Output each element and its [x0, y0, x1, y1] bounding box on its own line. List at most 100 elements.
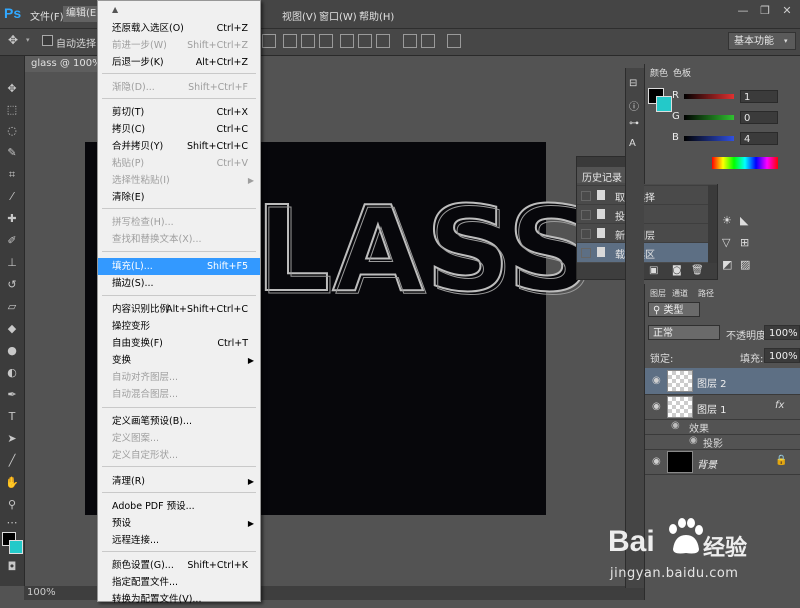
fill-input[interactable]: 100%: [764, 348, 800, 363]
distribute-top-icon[interactable]: [340, 34, 354, 48]
eye-icon[interactable]: ◉: [652, 375, 661, 386]
threshold-icon[interactable]: ▨: [740, 258, 750, 271]
history-brush-tool-icon[interactable]: ↺: [5, 278, 19, 292]
lasso-tool-icon[interactable]: ◌: [5, 124, 19, 138]
edit-menu-item[interactable]: 颜色设置(G)... Shift+Ctrl+K: [98, 557, 260, 574]
menu-window[interactable]: 窗口(W): [319, 8, 357, 23]
eye-icon[interactable]: ◉: [652, 401, 661, 412]
eyedropper-tool-icon[interactable]: ⁄: [5, 190, 19, 204]
edit-menu-item[interactable]: 远程连接...: [98, 532, 260, 549]
character-panel-icon[interactable]: A: [629, 138, 636, 149]
properties-panel-icon[interactable]: ⓘ: [629, 98, 639, 113]
pen-tool-icon[interactable]: ✒: [5, 388, 19, 402]
hand-tool-icon[interactable]: ✋: [5, 476, 19, 490]
tab-channels[interactable]: 通道: [672, 288, 688, 299]
move-tool-icon[interactable]: ✥: [8, 33, 18, 47]
type-tool-icon[interactable]: T: [5, 410, 19, 424]
menu-view[interactable]: 视图(V): [282, 8, 317, 23]
new-document-from-state-icon[interactable]: ▣: [649, 265, 658, 276]
menu-help[interactable]: 帮助(H): [359, 8, 394, 23]
edit-menu-item[interactable]: 清理(R) ▶: [98, 473, 260, 490]
layer-row-background[interactable]: ◉ 背景 🔒: [645, 450, 800, 475]
edit-menu-item[interactable]: 预设 ▶: [98, 515, 260, 532]
channel-slider[interactable]: [684, 115, 734, 120]
color-slider-row[interactable]: G0: [672, 111, 782, 125]
history-scrollbar[interactable]: [708, 185, 717, 263]
edit-menu-item[interactable]: 粘贴(P) Ctrl+V: [98, 155, 260, 172]
edit-menu-item[interactable]: 渐隐(D)... Shift+Ctrl+F: [98, 79, 260, 96]
snapshot-icon[interactable]: ◙: [672, 265, 682, 276]
healing-tool-icon[interactable]: ✚: [5, 212, 19, 226]
chevron-down-icon[interactable]: ▾: [784, 37, 788, 45]
history-brush-source-checkbox[interactable]: [581, 210, 591, 220]
edit-menu-item[interactable]: 操控变形: [98, 318, 260, 335]
trash-icon[interactable]: 🗑: [691, 265, 704, 276]
paint-bucket-tool-icon[interactable]: ◆: [5, 322, 19, 336]
channel-slider[interactable]: [684, 94, 734, 99]
more-tools-icon[interactable]: ⋯: [5, 516, 19, 530]
distribute-vcenter-icon[interactable]: [358, 34, 372, 48]
distribute-hcenter-icon[interactable]: [421, 34, 435, 48]
adjustments-icon[interactable]: ⊶: [629, 118, 639, 129]
edit-menu-item[interactable]: 前进一步(W) Shift+Ctrl+Z: [98, 37, 260, 54]
brightness-icon[interactable]: ☀: [722, 214, 732, 227]
quick-mask-icon[interactable]: ◘: [5, 560, 19, 574]
history-brush-source-checkbox[interactable]: [581, 191, 591, 201]
levels-icon[interactable]: ◣: [740, 214, 748, 227]
eraser-tool-icon[interactable]: ▱: [5, 300, 19, 314]
marquee-tool-icon[interactable]: ⬚: [5, 103, 19, 117]
auto-align-icon[interactable]: [447, 34, 461, 48]
tab-paths[interactable]: 路径: [698, 288, 714, 299]
blend-mode-select[interactable]: 正常: [648, 325, 720, 340]
tab-color[interactable]: 颜色: [650, 66, 668, 79]
edit-menu-item[interactable]: 自动对齐图层...: [98, 369, 260, 386]
edit-menu-item[interactable]: 填充(L)... Shift+F5: [98, 258, 260, 275]
chevron-down-icon[interactable]: ▾: [26, 36, 30, 44]
brush-tool-icon[interactable]: ✐: [5, 234, 19, 248]
align-icon[interactable]: [262, 34, 276, 48]
edit-menu-item[interactable]: 描边(S)...: [98, 275, 260, 292]
channel-value-input[interactable]: 0: [740, 111, 778, 124]
layer-row-1[interactable]: ◉ 图层 1 fx: [645, 395, 800, 420]
eye-icon[interactable]: ◉: [652, 456, 661, 467]
drop-shadow-row[interactable]: ◉ 投影: [645, 434, 800, 450]
edit-menu-item[interactable]: 查找和替换文本(X)...: [98, 231, 260, 248]
eye-icon[interactable]: ◉: [689, 435, 698, 446]
channel-slider[interactable]: [684, 136, 734, 141]
edit-menu-item[interactable]: 还原载入选区(O) Ctrl+Z: [98, 20, 260, 37]
crop-tool-icon[interactable]: ⌗: [5, 168, 19, 182]
edit-menu-item[interactable]: 拷贝(C) Ctrl+C: [98, 121, 260, 138]
fx-badge[interactable]: fx: [775, 400, 784, 411]
history-brush-source-checkbox[interactable]: [581, 229, 591, 239]
edit-menu-item[interactable]: 变换 ▶: [98, 352, 260, 369]
hue-icon[interactable]: ⊞: [740, 236, 749, 249]
channel-value-input[interactable]: 4: [740, 132, 778, 145]
vibrance-icon[interactable]: ▽: [722, 236, 730, 249]
color-slider-row[interactable]: B4: [672, 132, 782, 146]
edit-menu-item[interactable]: 清除(E): [98, 189, 260, 206]
edit-menu-item[interactable]: 拼写检查(H)...: [98, 214, 260, 231]
channel-value-input[interactable]: 1: [740, 90, 778, 103]
dodge-tool-icon[interactable]: ◐: [5, 366, 19, 380]
history-brush-source-checkbox[interactable]: [581, 248, 591, 258]
opacity-input[interactable]: 100%: [764, 325, 800, 340]
edit-menu-item[interactable]: 定义图案...: [98, 430, 260, 447]
edit-menu-item[interactable]: 自由变换(F) Ctrl+T: [98, 335, 260, 352]
align-vcenter-icon[interactable]: [301, 34, 315, 48]
clone-stamp-tool-icon[interactable]: ⊥: [5, 256, 19, 270]
zoom-level[interactable]: 100%: [27, 587, 56, 598]
distribute-left-icon[interactable]: [403, 34, 417, 48]
edit-menu-item[interactable]: 剪切(T) Ctrl+X: [98, 104, 260, 121]
edit-menu-item[interactable]: Adobe PDF 预设...: [98, 498, 260, 515]
tab-layers[interactable]: 图层: [650, 288, 666, 299]
zoom-tool-icon[interactable]: ⚲: [5, 498, 19, 512]
edit-menu-item[interactable]: 定义自定形状...: [98, 447, 260, 464]
scroll-up-icon[interactable]: ▲: [112, 5, 118, 14]
effects-row[interactable]: ◉ 效果: [645, 419, 800, 435]
quick-select-tool-icon[interactable]: ✎: [5, 146, 19, 160]
invert-icon[interactable]: ◩: [722, 258, 732, 271]
layer-kind-filter[interactable]: ⚲ 类型: [648, 302, 700, 317]
history-panel-icon[interactable]: ⊟: [629, 78, 637, 89]
edit-menu-item[interactable]: 自动混合图层...: [98, 386, 260, 403]
close-button[interactable]: ✕: [774, 2, 800, 20]
